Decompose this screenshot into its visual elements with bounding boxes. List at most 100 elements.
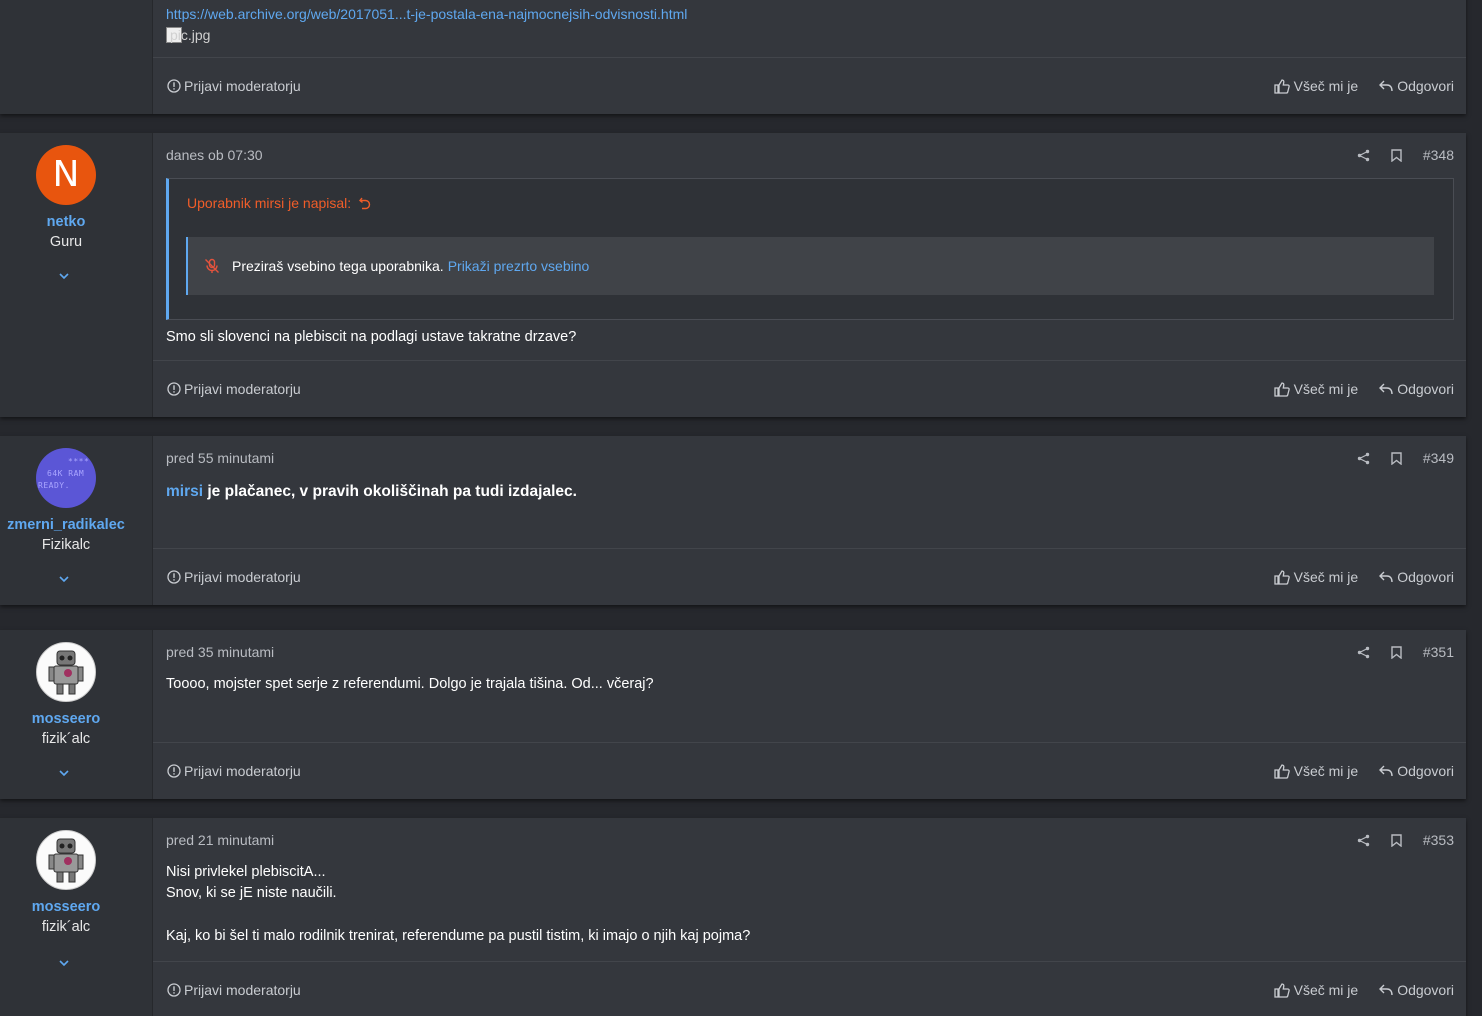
post-348: N netko Guru danes ob 07:30 #348 Uporabn… — [0, 133, 1466, 417]
username[interactable]: netko — [0, 214, 132, 230]
post-tools: #348 — [1347, 147, 1454, 163]
post-actions: Všeč mi je Odgovori — [1273, 982, 1454, 998]
post-text: Smo sli slovenci na plebiscit na podlagi… — [166, 329, 577, 345]
post-number[interactable]: #351 — [1423, 644, 1454, 660]
post-actions: Všeč mi je Odgovori — [1273, 381, 1454, 397]
post-number[interactable]: #353 — [1423, 832, 1454, 848]
reply-button[interactable]: Odgovori — [1379, 381, 1454, 397]
report-button[interactable]: Prijavi moderatorju — [167, 763, 301, 779]
broken-image: pic.jpg — [166, 27, 210, 43]
report-button[interactable]: Prijavi moderatorju — [167, 982, 301, 998]
alert-circle-icon — [167, 764, 181, 778]
avatar[interactable]: **** 64K RAM READY. — [36, 448, 96, 508]
chevron-down-icon[interactable] — [59, 269, 69, 283]
like-button[interactable]: Všeč mi je — [1273, 78, 1359, 94]
reply-icon — [1379, 571, 1393, 583]
report-button[interactable]: Prijavi moderatorju — [167, 381, 301, 397]
user-title: Guru — [49, 234, 83, 250]
reply-label: Odgovori — [1397, 763, 1454, 779]
user-cell — [0, 0, 153, 114]
show-ignored-link[interactable]: Prikaži prezrto vsebino — [448, 258, 590, 274]
post-text-line: Kaj, ko bi šel ti malo rodilnik trenirat… — [166, 928, 751, 944]
user-cell: **** 64K RAM READY. zmerni_radikalec Fiz… — [0, 436, 153, 605]
bookmark-icon[interactable] — [1380, 833, 1413, 847]
reply-label: Odgovori — [1397, 78, 1454, 94]
post-number[interactable]: #348 — [1423, 147, 1454, 163]
go-to-quote-icon[interactable] — [359, 197, 371, 210]
username[interactable]: mosseero — [0, 711, 132, 727]
post-main: pred 35 minutami #351 Toooo, mojster spe… — [153, 630, 1466, 799]
post-footer: Prijavi moderatorju Všeč mi je Odgovori — [153, 961, 1466, 1016]
quote-block: Uporabnik mirsi je napisal: Preziraš vse… — [166, 178, 1454, 320]
thumbs-up-icon — [1273, 763, 1290, 779]
report-label: Prijavi moderatorju — [184, 763, 301, 779]
like-button[interactable]: Všeč mi je — [1273, 569, 1359, 585]
post-text: mirsi je plačanec, v pravih okoliščinah … — [166, 481, 1454, 502]
bookmark-icon[interactable] — [1380, 148, 1413, 162]
like-label: Všeč mi je — [1293, 78, 1359, 94]
reply-label: Odgovori — [1397, 569, 1454, 585]
user-cell: mosseero fizik´alc — [0, 818, 153, 1016]
reply-button[interactable]: Odgovori — [1379, 982, 1454, 998]
post-353: mosseero fizik´alc pred 21 minutami #353… — [0, 818, 1466, 1016]
post-actions: Všeč mi je Odgovori — [1273, 569, 1454, 585]
post-text-line: Nisi privlekel plebiscitA... — [166, 864, 326, 880]
report-label: Prijavi moderatorju — [184, 569, 301, 585]
archive-link[interactable]: https://web.archive.org/web/2017051...t-… — [166, 6, 687, 22]
bookmark-icon[interactable] — [1380, 451, 1413, 465]
reply-button[interactable]: Odgovori — [1379, 569, 1454, 585]
post-footer: Prijavi moderatorju Všeč mi je Odgovori — [153, 360, 1466, 417]
post-date[interactable]: pred 21 minutami — [166, 832, 274, 848]
like-button[interactable]: Všeč mi je — [1273, 381, 1359, 397]
chevron-down-icon[interactable] — [59, 766, 69, 780]
chevron-down-icon[interactable] — [59, 956, 69, 970]
image-alt-text: pic.jpg — [170, 27, 211, 43]
alert-circle-icon — [167, 983, 181, 997]
reply-button[interactable]: Odgovori — [1379, 78, 1454, 94]
quote-header[interactable]: Uporabnik mirsi je napisal: — [187, 195, 371, 211]
post-text-line: Snov, ki se jE niste naučili. — [166, 885, 337, 901]
post-date[interactable]: pred 55 minutami — [166, 450, 274, 466]
like-label: Všeč mi je — [1293, 569, 1359, 585]
avatar[interactable]: N — [36, 145, 96, 205]
bookmark-icon[interactable] — [1380, 645, 1413, 659]
post-tools: #353 — [1347, 832, 1454, 848]
post-main: https://web.archive.org/web/2017051...t-… — [153, 0, 1466, 114]
share-icon[interactable] — [1347, 149, 1380, 162]
reply-label: Odgovori — [1397, 381, 1454, 397]
chevron-down-icon[interactable] — [59, 572, 69, 586]
user-mention[interactable]: mirsi — [166, 483, 203, 500]
post-main: pred 21 minutami #353 Nisi privlekel ple… — [153, 818, 1466, 1016]
post-partial: https://web.archive.org/web/2017051...t-… — [0, 0, 1466, 114]
report-button[interactable]: Prijavi moderatorju — [167, 78, 301, 94]
post-date[interactable]: pred 35 minutami — [166, 644, 274, 660]
post-351: mosseero fizik´alc pred 35 minutami #351… — [0, 630, 1466, 799]
reply-button[interactable]: Odgovori — [1379, 763, 1454, 779]
like-label: Všeč mi je — [1293, 763, 1359, 779]
user-title: Fizikalc — [41, 537, 91, 553]
like-label: Všeč mi je — [1293, 381, 1359, 397]
report-button[interactable]: Prijavi moderatorju — [167, 569, 301, 585]
avatar[interactable] — [36, 830, 96, 890]
report-label: Prijavi moderatorju — [184, 982, 301, 998]
reply-icon — [1379, 765, 1393, 777]
ignored-content-notice: Preziraš vsebino tega uporabnika. Prikaž… — [186, 237, 1434, 295]
username[interactable]: zmerni_radikalec — [0, 517, 132, 533]
thumbs-up-icon — [1273, 381, 1290, 397]
avatar[interactable] — [36, 642, 96, 702]
share-icon[interactable] — [1347, 834, 1380, 847]
share-icon[interactable] — [1347, 646, 1380, 659]
thumbs-up-icon — [1273, 569, 1290, 585]
share-icon[interactable] — [1347, 452, 1380, 465]
post-number[interactable]: #349 — [1423, 450, 1454, 466]
post-date[interactable]: danes ob 07:30 — [166, 147, 263, 163]
like-button[interactable]: Všeč mi je — [1273, 763, 1359, 779]
like-button[interactable]: Všeč mi je — [1273, 982, 1358, 998]
ignored-text: Preziraš vsebino tega uporabnika. — [232, 258, 444, 274]
user-cell: mosseero fizik´alc — [0, 630, 153, 799]
post-349: **** 64K RAM READY. zmerni_radikalec Fiz… — [0, 436, 1466, 605]
robot-avatar-icon — [48, 650, 84, 695]
robot-avatar-icon — [48, 838, 84, 883]
username[interactable]: mosseero — [0, 899, 132, 915]
report-label: Prijavi moderatorju — [184, 78, 301, 94]
